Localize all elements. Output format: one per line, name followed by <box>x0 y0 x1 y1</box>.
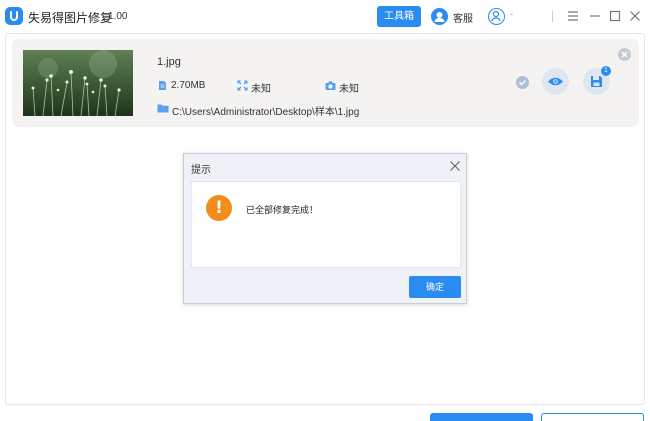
file-size-icon <box>157 80 168 91</box>
camera-icon <box>325 80 336 91</box>
bottom-secondary-button[interactable] <box>541 413 644 421</box>
minimize-icon[interactable] <box>587 8 603 24</box>
title-bar: 失易得图片修复 1.00 工具箱 客服 - <box>0 0 650 33</box>
bottom-primary-button[interactable] <box>430 413 533 421</box>
image-resolution: 未知 <box>251 84 271 95</box>
file-name: 1.jpg <box>157 56 181 68</box>
user-avatar-icon[interactable] <box>488 8 505 25</box>
app-version: 1.00 <box>108 11 128 22</box>
headset-avatar-icon <box>431 8 448 25</box>
remove-file-icon[interactable] <box>618 48 631 61</box>
check-icon <box>516 76 529 89</box>
camera-model: 未知 <box>339 84 359 95</box>
file-path: C:\Users\Administrator\Desktop\样本\1.jpg <box>172 107 360 118</box>
dialog-message: 已全部修复完成！ <box>246 205 319 215</box>
app-logo-icon <box>5 7 23 25</box>
app-title: 失易得图片修复 <box>28 11 113 25</box>
customer-service-label: 客服 <box>453 14 473 25</box>
user-name: - <box>510 9 513 19</box>
file-card: 1.jpg 2.70MB 未知 未知 C:\Users\Administrato… <box>12 39 639 127</box>
notice-dialog: 提示 ! 已全部修复完成！ 确定 <box>183 153 467 304</box>
titlebar-divider <box>552 11 553 22</box>
dialog-body: ! 已全部修复完成！ <box>191 181 461 268</box>
file-size: 2.70MB <box>171 80 206 91</box>
maximize-icon[interactable] <box>607 8 623 24</box>
preview-button[interactable] <box>542 68 569 95</box>
save-count-badge: 1 <box>601 66 611 76</box>
menu-icon[interactable] <box>565 8 581 24</box>
save-icon <box>591 76 602 87</box>
dialog-title: 提示 <box>191 165 211 176</box>
dialog-close-icon[interactable] <box>449 160 461 172</box>
folder-icon <box>157 103 169 113</box>
toolbox-button[interactable]: 工具箱 <box>377 6 421 27</box>
warning-icon: ! <box>206 195 232 221</box>
ok-button[interactable]: 确定 <box>409 276 461 298</box>
image-thumbnail[interactable] <box>23 50 133 116</box>
close-icon[interactable] <box>627 8 643 24</box>
resolution-icon <box>237 80 248 91</box>
eye-icon <box>548 77 563 86</box>
